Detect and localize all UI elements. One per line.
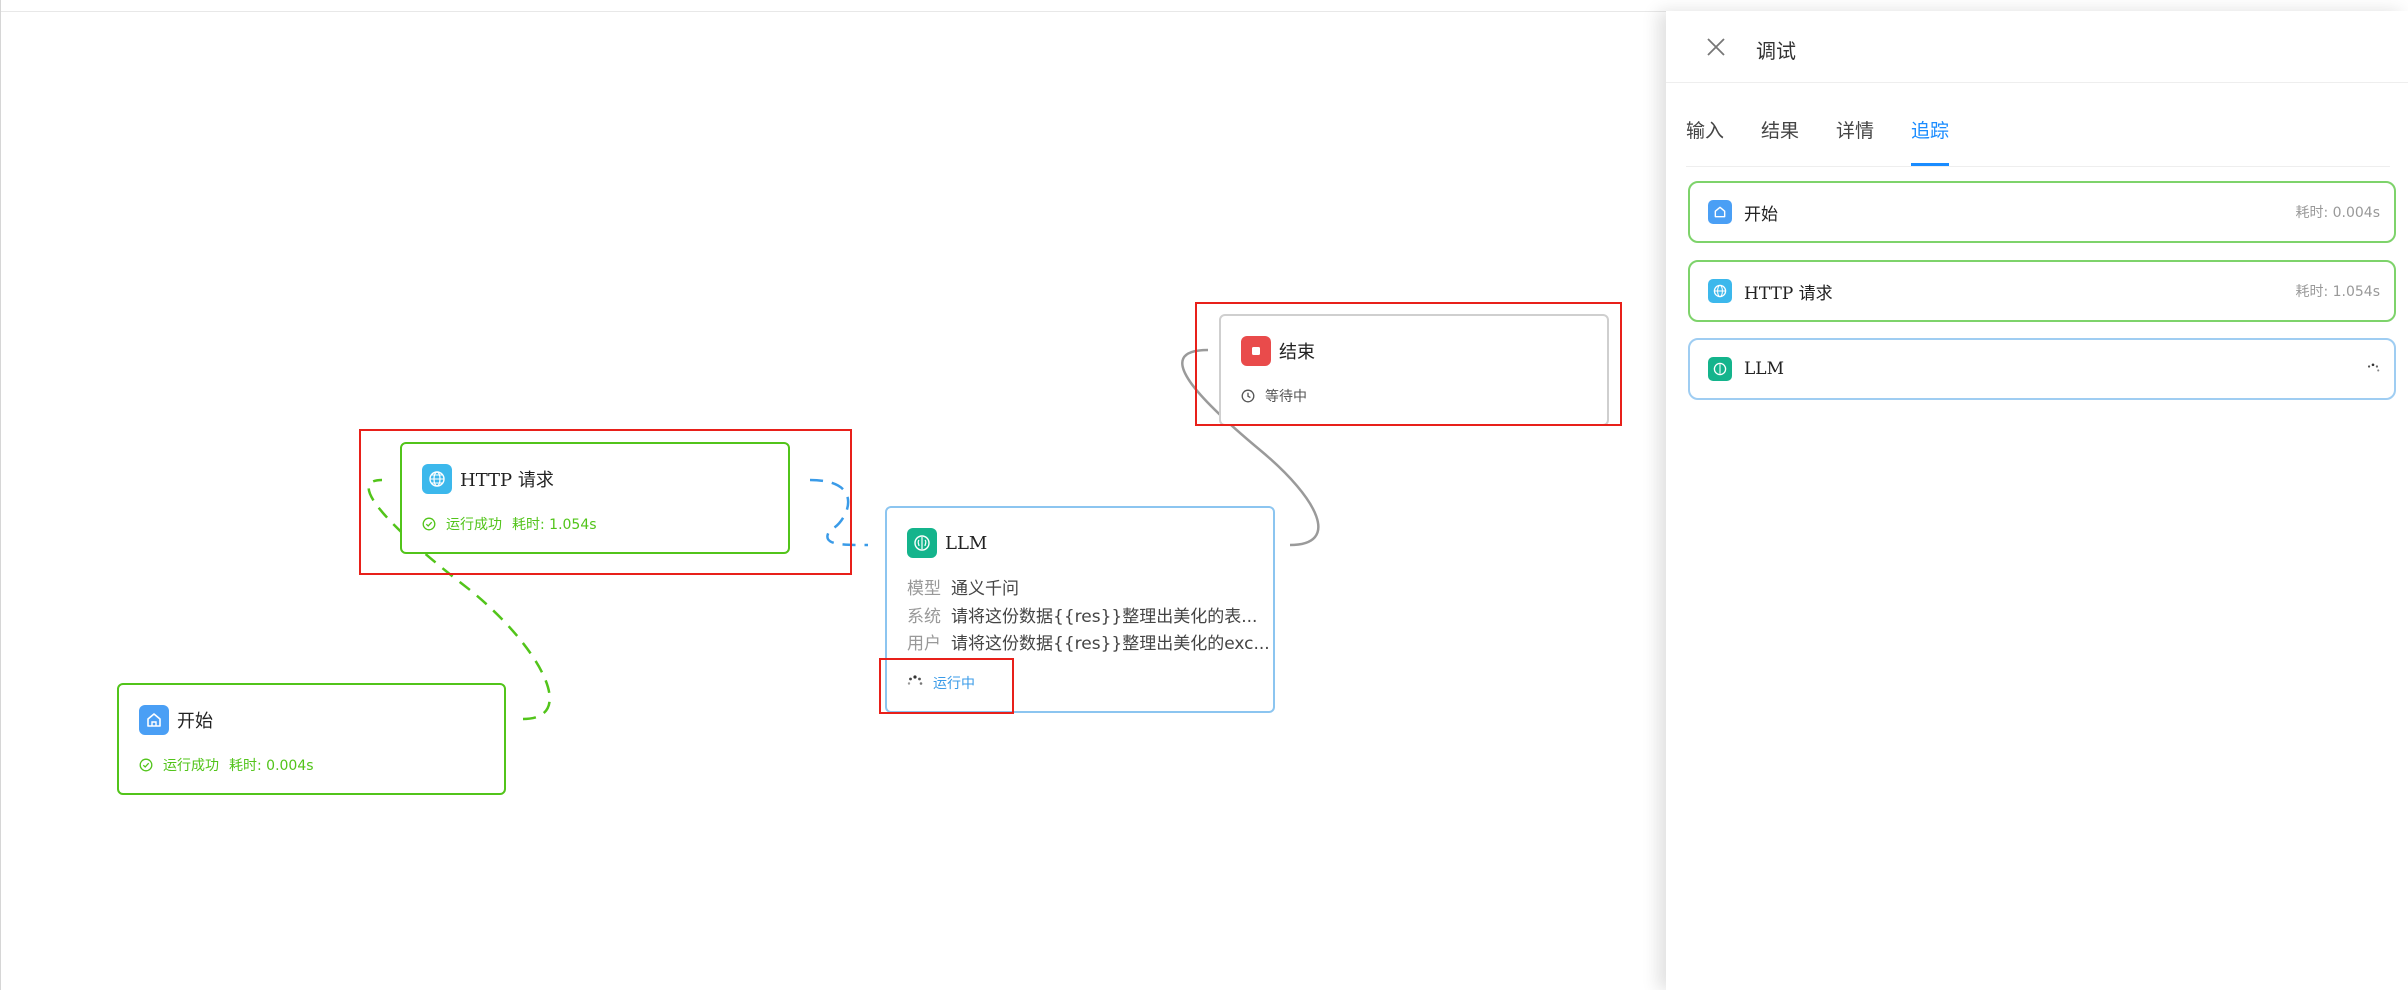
node-status: 运行成功 耗时: 0.004s xyxy=(139,755,314,775)
node-start[interactable]: 开始 运行成功 耗时: 0.004s xyxy=(117,683,506,795)
check-circle-icon xyxy=(422,517,436,531)
stop-icon xyxy=(1241,336,1271,366)
tab-trace[interactable]: 追踪 xyxy=(1911,116,1950,166)
trace-item-llm[interactable]: LLM xyxy=(1688,338,2396,400)
panel-header: 调试 xyxy=(1666,11,2408,83)
trace-time: 耗时: 0.004s xyxy=(2295,205,2380,221)
node-status: 运行成功 耗时: 1.054s xyxy=(422,514,597,534)
status-text: 运行成功 xyxy=(446,517,502,533)
time-text: 耗时: 0.004s xyxy=(229,758,314,774)
status-text: 运行成功 xyxy=(163,758,219,774)
debug-panel: 调试 输入 结果 详情 追踪 开始 耗时: 0.004s HTTP 请求 耗时:… xyxy=(1666,11,2408,990)
trace-item-http[interactable]: HTTP 请求 耗时: 1.054s xyxy=(1688,260,2396,322)
node-end[interactable]: 结束 等待中 xyxy=(1219,314,1609,426)
edge-http-llm xyxy=(809,478,869,547)
trace-name: 开始 xyxy=(1744,204,1778,225)
brain-icon xyxy=(1708,357,1732,381)
tab-result[interactable]: 结果 xyxy=(1761,116,1799,165)
close-button[interactable] xyxy=(1704,35,1728,59)
llm-row-user: 用户 请将这份数据{{res}}整理出美化的exc... xyxy=(907,634,1270,654)
node-status: 等待中 xyxy=(1241,386,1307,406)
home-icon xyxy=(139,705,169,735)
llm-config: 模型 通义千问 系统 请将这份数据{{res}}整理出美化的表... 用户 请将这份数… xyxy=(907,576,1270,659)
tab-input[interactable]: 输入 xyxy=(1686,116,1724,165)
globe-icon xyxy=(1708,279,1732,303)
trace-item-start[interactable]: 开始 耗时: 0.004s xyxy=(1688,181,2396,243)
panel-tabs: 输入 结果 详情 追踪 xyxy=(1686,116,2390,167)
node-llm[interactable]: LLM 模型 通义千问 系统 请将这份数据{{res}}整理出美化的表... 用户请… xyxy=(885,506,1275,713)
node-title: HTTP 请求 xyxy=(460,470,554,491)
check-circle-icon xyxy=(139,758,153,772)
status-text: 等待中 xyxy=(1265,389,1307,405)
tab-details[interactable]: 详情 xyxy=(1836,116,1874,165)
trace-time: 耗时: 1.054s xyxy=(2295,284,2380,300)
llm-row-system: 系统 请将这份数据{{res}}整理出美化的表... xyxy=(907,606,1258,627)
trace-name: HTTP 请求 xyxy=(1744,283,1833,304)
node-status: 运行中 xyxy=(907,673,975,693)
llm-row-model: 模型 通义千问 xyxy=(907,579,1019,599)
node-title: 开始 xyxy=(177,711,213,732)
trace-name: LLM xyxy=(1744,359,1784,379)
home-icon xyxy=(1708,200,1732,224)
close-icon xyxy=(1707,38,1725,56)
brain-icon xyxy=(907,528,937,558)
edges-layer xyxy=(367,348,1320,721)
globe-icon xyxy=(422,464,452,494)
node-http[interactable]: HTTP 请求 运行成功 耗时: 1.054s xyxy=(400,442,790,554)
node-title: LLM xyxy=(945,532,988,554)
status-text: 运行中 xyxy=(933,676,975,692)
clock-icon xyxy=(1241,389,1255,403)
time-text: 耗时: 1.054s xyxy=(512,517,597,533)
node-title: 结束 xyxy=(1279,342,1315,363)
spinner-icon xyxy=(2366,362,2380,381)
spinner-icon xyxy=(907,675,923,691)
panel-title: 调试 xyxy=(1756,39,1796,63)
workflow-canvas[interactable]: 开始 运行成功 耗时: 0.004s HTTP 请求 运行成功 耗时: 1.054s xyxy=(0,0,1666,990)
